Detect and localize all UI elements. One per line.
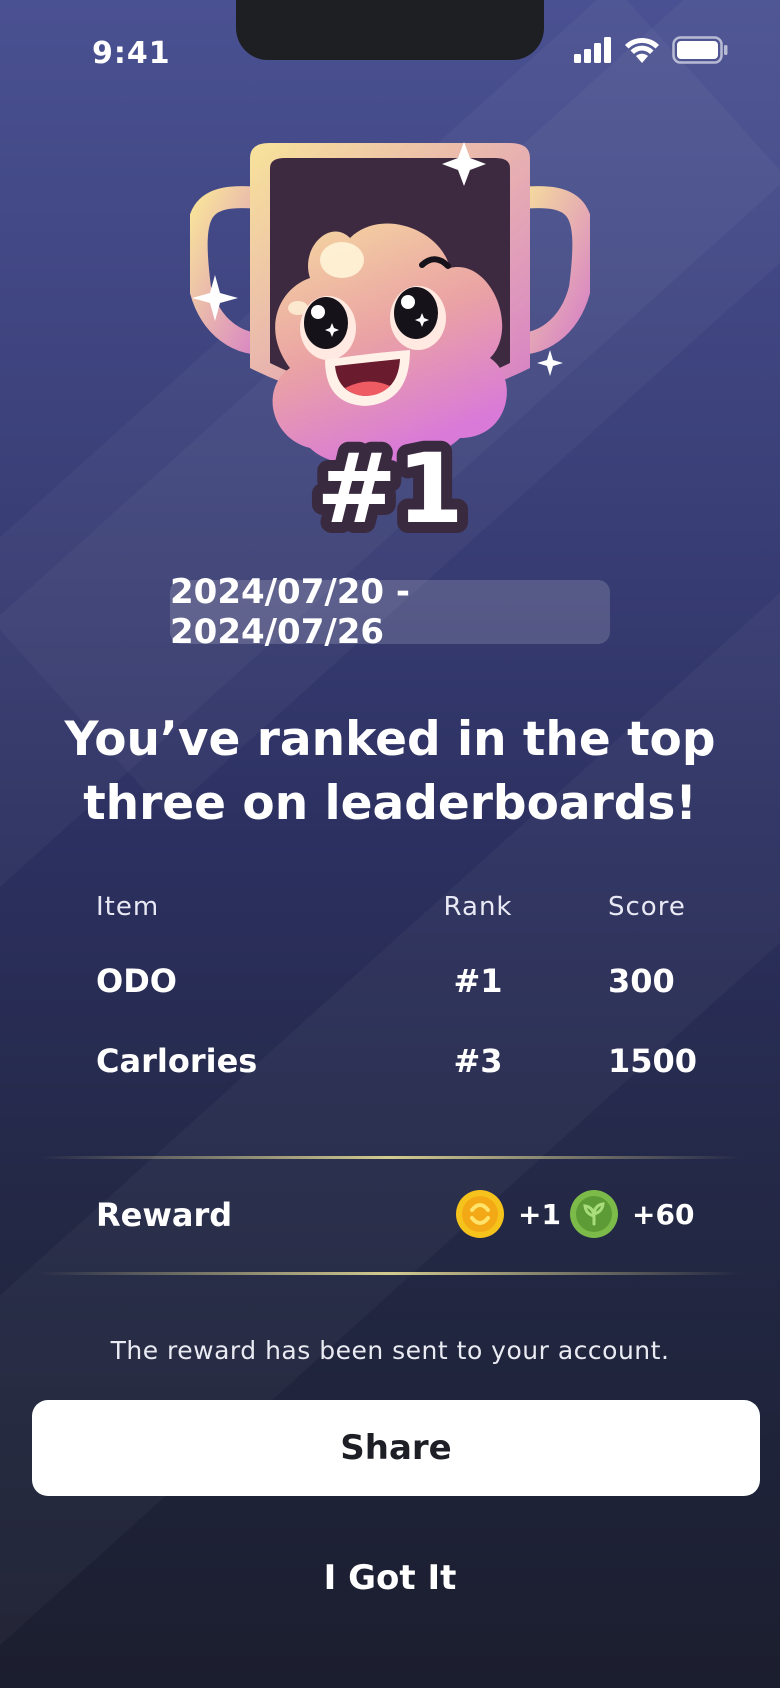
date-range-pill: 2024/07/20 - 2024/07/26: [170, 572, 610, 652]
header-score: Score: [608, 892, 686, 922]
device-notch: [236, 0, 544, 60]
header-rank: Rank: [443, 892, 513, 922]
row-score: 300: [608, 962, 675, 1000]
table-row: ODO #1 300: [96, 962, 696, 1012]
battery-icon: [672, 36, 728, 64]
row-item: ODO: [96, 962, 177, 1000]
trophy-mascot-illustration: #1 #1: [185, 138, 595, 548]
page-title: You’ve ranked in the top three on leader…: [64, 712, 716, 831]
wifi-icon: [625, 37, 659, 63]
status-time: 9:41: [92, 36, 171, 71]
reward-divider-bottom: [40, 1272, 740, 1275]
row-score: 1500: [608, 1042, 698, 1080]
green-coin-icon: [570, 1190, 618, 1238]
reward-notice: The reward has been sent to your account…: [110, 1336, 670, 1365]
got-it-button[interactable]: I Got It: [240, 1548, 540, 1608]
row-rank: #1: [453, 962, 503, 1000]
row-rank: #3: [453, 1042, 503, 1080]
row-item: Carlories: [96, 1042, 258, 1080]
gold-coin-icon: [456, 1190, 504, 1238]
header-item: Item: [96, 892, 160, 922]
reward-green-amount: +60: [632, 1197, 695, 1231]
reward-gold-amount: +1: [518, 1197, 561, 1231]
leaderboard-table-header: Item Rank Score: [96, 892, 696, 942]
reward-gold-coin: +1: [456, 1190, 561, 1238]
reward-green-coin: +60: [570, 1190, 694, 1238]
table-row: Carlories #3 1500: [96, 1042, 698, 1092]
reward-divider-top: [40, 1156, 740, 1159]
reward-label: Reward: [96, 1196, 233, 1234]
share-button[interactable]: Share: [32, 1400, 760, 1496]
status-icons: [574, 36, 728, 64]
rank-badge-text: #1: [316, 433, 463, 540]
cellular-signal-icon: [574, 37, 611, 63]
status-bar: 9:41: [0, 0, 780, 100]
